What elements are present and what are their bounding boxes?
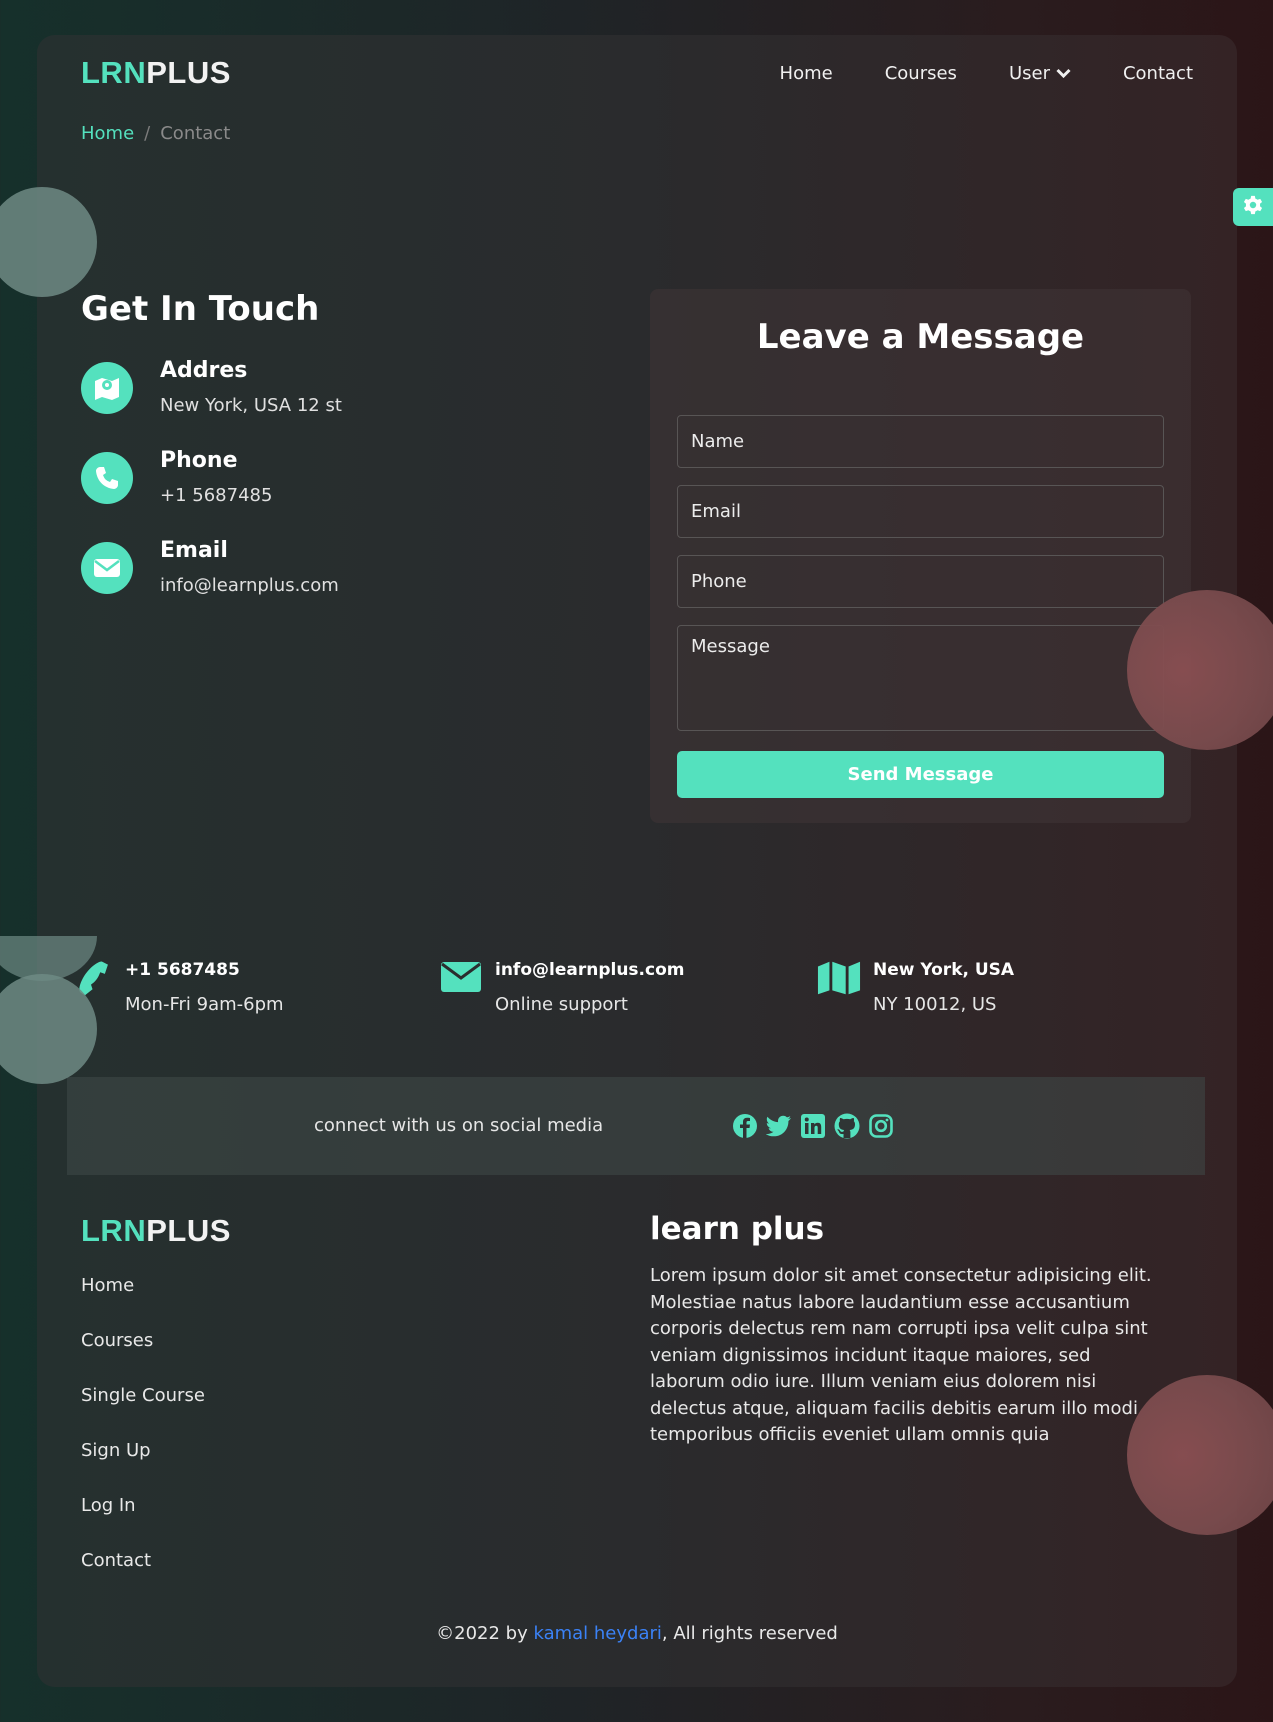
page-frame: LRNPLUS Home Courses User Contact Home / C… bbox=[37, 35, 1237, 1687]
phone-input[interactable] bbox=[677, 555, 1164, 608]
settings-toggle[interactable] bbox=[1233, 188, 1273, 226]
form-title: Leave a Message bbox=[756, 317, 1085, 357]
copyright-prefix: ©2022 by bbox=[436, 1623, 534, 1644]
envelope-icon bbox=[439, 960, 483, 1015]
breadcrumb-current: Contact bbox=[160, 123, 231, 144]
nav-user-dropdown[interactable]: User bbox=[1009, 63, 1071, 84]
nav-courses[interactable]: Courses bbox=[885, 63, 957, 84]
brand-logo-part1: LRN bbox=[81, 55, 147, 90]
map-pin-icon bbox=[81, 362, 133, 414]
send-message-button[interactable]: Send Message bbox=[677, 751, 1164, 798]
footer-link-log-in[interactable]: Log In bbox=[81, 1495, 205, 1550]
info-email-value: info@learnplus.com bbox=[160, 575, 339, 596]
decorative-circle bbox=[1127, 590, 1273, 750]
info-phone-title: Phone bbox=[160, 448, 238, 473]
message-form: Leave a Message Send Message bbox=[650, 289, 1191, 823]
footer-link-contact[interactable]: Contact bbox=[81, 1550, 205, 1605]
social-bar: connect with us on social media bbox=[67, 1077, 1205, 1175]
info-phone-value: +1 5687485 bbox=[160, 485, 273, 506]
info-email-title: Email bbox=[160, 538, 228, 563]
phone-icon bbox=[81, 452, 133, 504]
contact-strip-email-title: info@learnplus.com bbox=[495, 960, 685, 980]
info-address-title: Addres bbox=[160, 358, 248, 383]
copyright: ©2022 by kamal heydari, All rights reser… bbox=[37, 1623, 1237, 1644]
envelope-icon bbox=[81, 542, 133, 594]
info-email: Email info@learnplus.com bbox=[81, 538, 339, 596]
info-phone: Phone +1 5687485 bbox=[81, 448, 273, 506]
contact-strip-phone: +1 5687485 Mon-Fri 9am-6pm bbox=[69, 960, 284, 1015]
contact-strip-email: info@learnplus.com Online support bbox=[439, 960, 684, 1015]
message-textarea[interactable] bbox=[677, 625, 1164, 731]
contact-strip-phone-sub: Mon-Fri 9am-6pm bbox=[125, 994, 284, 1015]
copyright-author-link[interactable]: kamal heydari bbox=[533, 1623, 661, 1644]
nav-user-label: User bbox=[1008, 63, 1050, 84]
social-icons bbox=[731, 1112, 894, 1139]
email-input[interactable] bbox=[677, 485, 1164, 538]
get-in-touch-title: Get In Touch bbox=[81, 289, 320, 329]
contact-strip-location: New York, USA NY 10012, US bbox=[817, 960, 1014, 1015]
linkedin-icon[interactable] bbox=[799, 1112, 826, 1139]
info-address-value: New York, USA 12 st bbox=[160, 395, 342, 416]
github-icon[interactable] bbox=[833, 1112, 860, 1139]
contact-strip-location-sub: NY 10012, US bbox=[873, 994, 997, 1015]
instagram-icon[interactable] bbox=[867, 1112, 894, 1139]
brand-logo[interactable]: LRNPLUS bbox=[81, 55, 231, 91]
social-text: connect with us on social media bbox=[314, 1115, 604, 1136]
footer-logo-part1: LRN bbox=[81, 1213, 147, 1248]
footer-logo-part2: PLUS bbox=[146, 1213, 231, 1248]
copyright-suffix: , All rights reserved bbox=[661, 1623, 838, 1644]
footer-links: Home Courses Single Course Sign Up Log I… bbox=[81, 1275, 205, 1605]
twitter-icon[interactable] bbox=[765, 1112, 792, 1139]
footer-about-text: Lorem ipsum dolor sit amet consectetur a… bbox=[650, 1265, 1152, 1445]
nav-home[interactable]: Home bbox=[780, 63, 833, 84]
footer-logo[interactable]: LRNPLUS bbox=[81, 1213, 231, 1249]
decorative-circle bbox=[1127, 1375, 1273, 1535]
gear-icon bbox=[1242, 194, 1264, 220]
facebook-icon[interactable] bbox=[731, 1112, 758, 1139]
footer-link-home[interactable]: Home bbox=[81, 1275, 205, 1330]
breadcrumb-separator: / bbox=[144, 123, 151, 144]
footer-link-single-course[interactable]: Single Course bbox=[81, 1385, 205, 1440]
footer-link-sign-up[interactable]: Sign Up bbox=[81, 1440, 205, 1495]
chevron-down-icon bbox=[1056, 68, 1071, 79]
contact-strip-phone-title: +1 5687485 bbox=[125, 960, 240, 980]
footer-about-title: learn plus bbox=[650, 1211, 825, 1247]
footer-link-courses[interactable]: Courses bbox=[81, 1330, 205, 1385]
contact-strip-email-sub: Online support bbox=[495, 994, 628, 1015]
breadcrumb: Home / Contact bbox=[81, 123, 230, 144]
name-input[interactable] bbox=[677, 415, 1164, 468]
brand-logo-part2: PLUS bbox=[146, 55, 231, 90]
contact-strip-location-title: New York, USA bbox=[873, 960, 1015, 980]
nav-contact[interactable]: Contact bbox=[1123, 63, 1193, 84]
main-nav: Home Courses User Contact bbox=[780, 63, 1193, 84]
info-address: Addres New York, USA 12 st bbox=[81, 358, 342, 416]
map-icon bbox=[817, 960, 861, 1015]
breadcrumb-home[interactable]: Home bbox=[81, 123, 134, 144]
